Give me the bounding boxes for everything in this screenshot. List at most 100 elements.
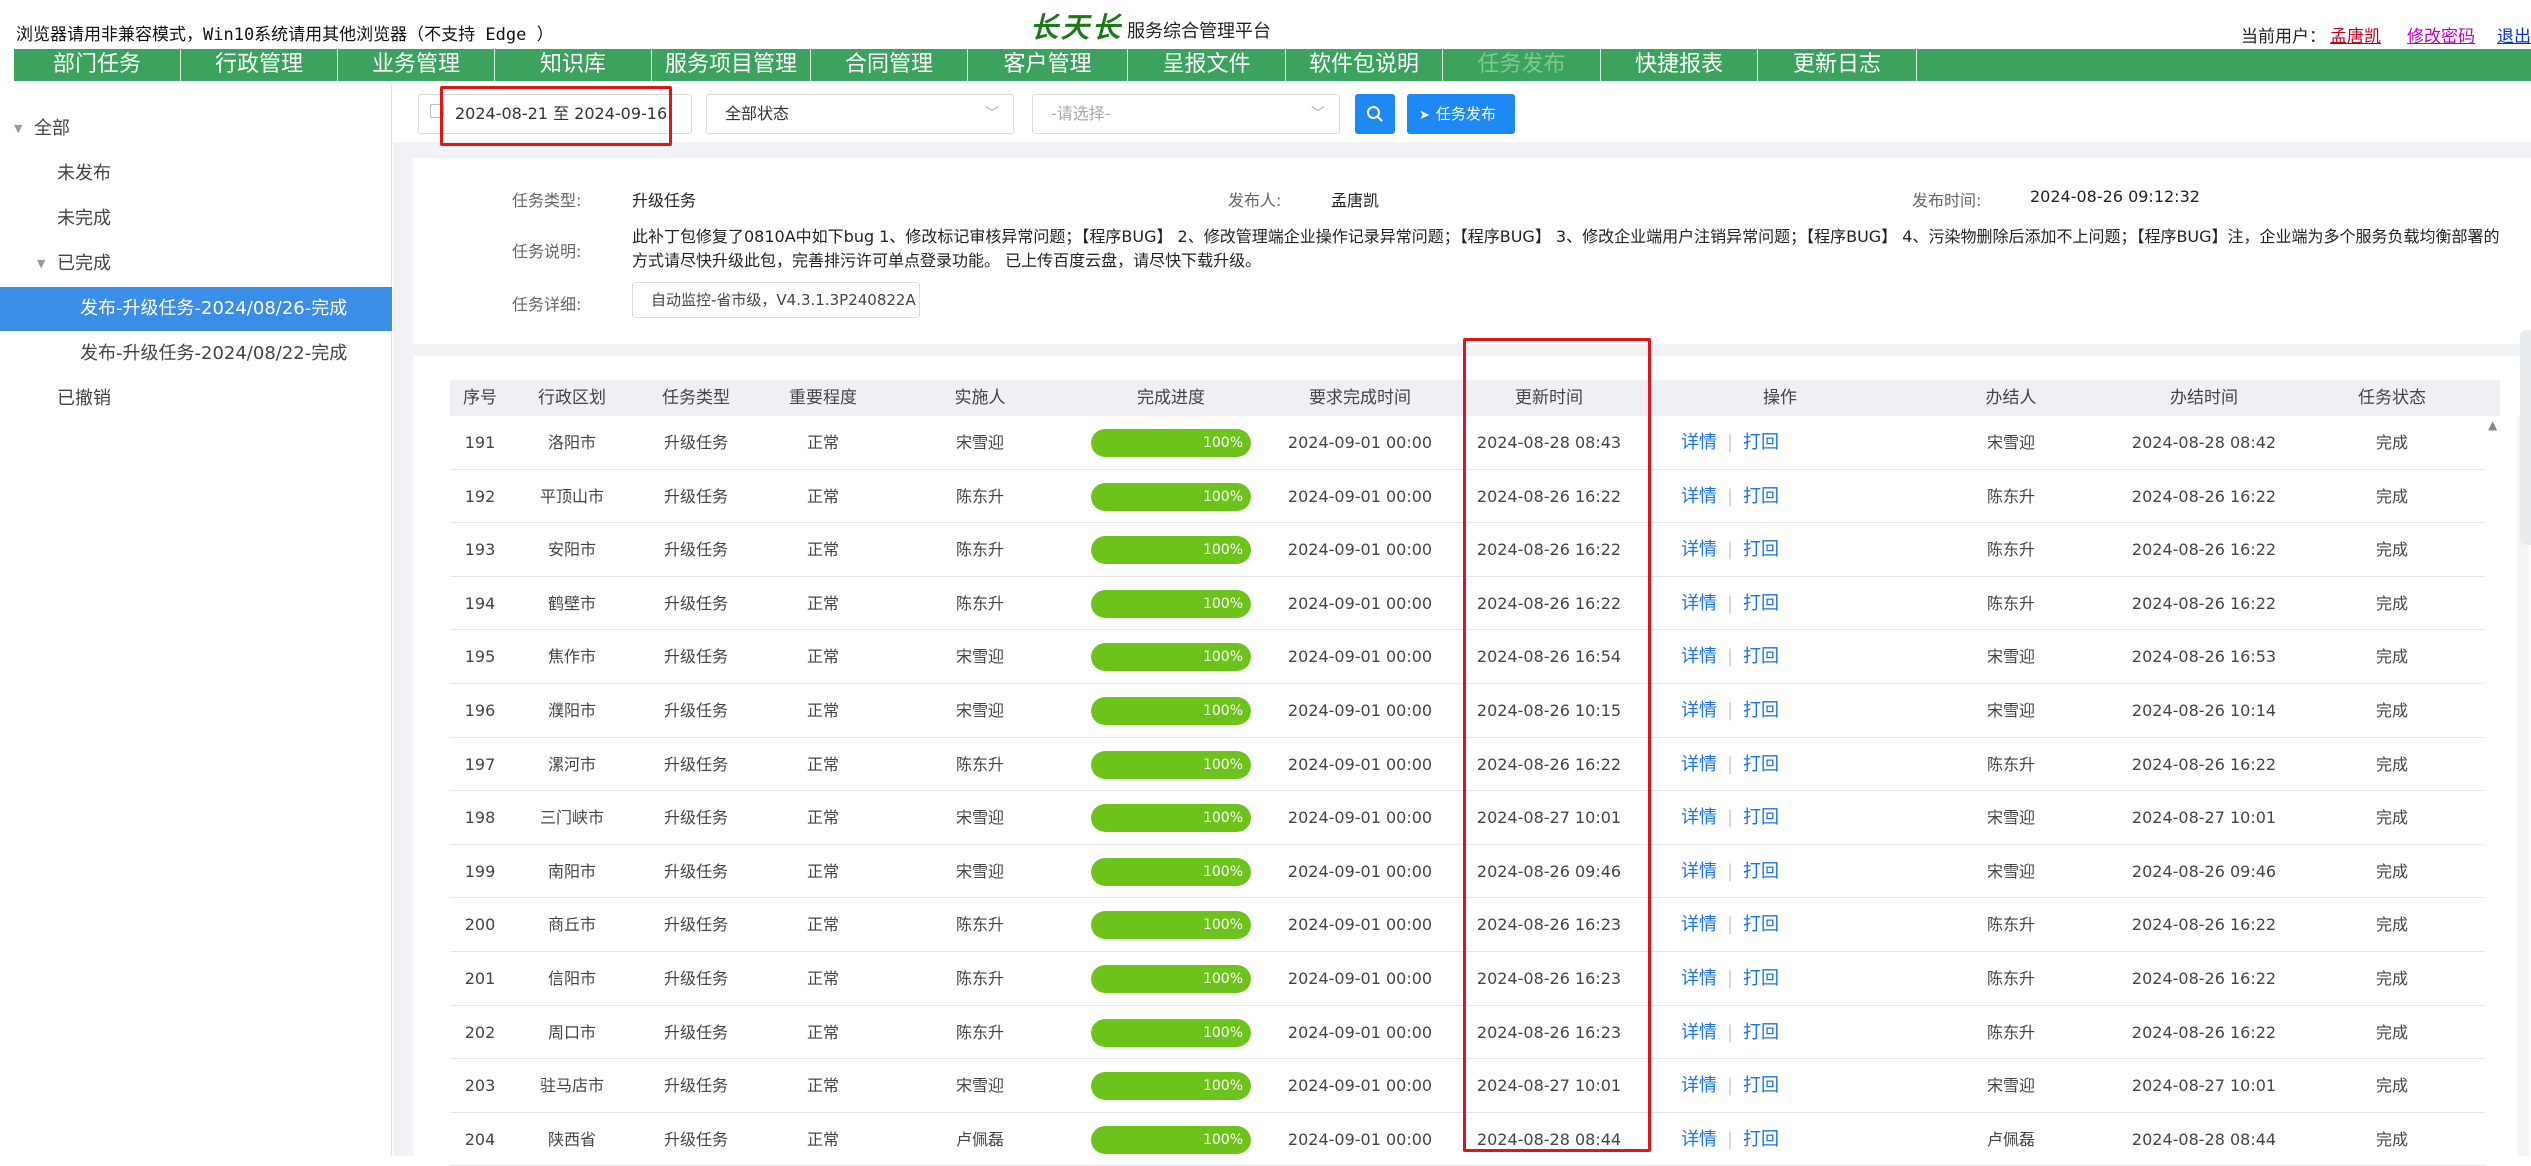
- scroll-up-arrow-icon[interactable]: ▲: [2488, 418, 2497, 432]
- return-link[interactable]: 打回: [1743, 754, 1779, 775]
- logout-link[interactable]: 退出: [2497, 27, 2531, 47]
- detail-link[interactable]: 详情: [1681, 486, 1717, 507]
- cell-status: 完成: [2375, 701, 2409, 720]
- action-separator: |: [1726, 914, 1734, 936]
- cell-type: 升级任务: [663, 486, 729, 506]
- return-link[interactable]: 打回: [1743, 539, 1779, 560]
- cell-seq: 202: [464, 1022, 496, 1042]
- change-password-link[interactable]: 修改密码: [2407, 27, 2475, 47]
- cell-due-time: 2024-09-01 00:00: [1287, 969, 1433, 988]
- tree-item-completed[interactable]: ▼ 已完成: [0, 242, 392, 286]
- cell-region: 驻马店市: [539, 1076, 605, 1096]
- return-link[interactable]: 打回: [1743, 432, 1779, 453]
- cell-region: 南阳市: [547, 861, 597, 881]
- task-detail-tag[interactable]: 自动监控-省市级，V4.3.1.3P240822A: [632, 282, 920, 318]
- current-user-label: 当前用户：: [2241, 27, 2326, 47]
- cell-seq: 195: [464, 647, 496, 667]
- nav-item-business[interactable]: 业务管理: [338, 49, 495, 81]
- cell-type: 升级任务: [663, 593, 729, 613]
- cell-type: 升级任务: [663, 433, 729, 452]
- progress-text: 100%: [1202, 703, 1243, 719]
- publish-time-value: 2024-08-26 09:12:32: [2030, 187, 2200, 206]
- detail-link[interactable]: 详情: [1681, 593, 1717, 614]
- cell-assignee: 陈东升: [955, 540, 1005, 560]
- tree-item-unpublished[interactable]: 未发布: [0, 152, 392, 196]
- action-separator: |: [1726, 646, 1734, 668]
- return-link[interactable]: 打回: [1743, 700, 1779, 721]
- caret-down-icon[interactable]: ▼: [14, 107, 22, 151]
- tree-item-label: 全部: [34, 118, 70, 139]
- nav-item-quick-reports[interactable]: 快捷报表: [1601, 49, 1758, 81]
- tree-item-all[interactable]: ▼ 全部: [0, 107, 392, 151]
- cell-region: 陕西省: [547, 1129, 597, 1149]
- return-link[interactable]: 打回: [1743, 968, 1779, 989]
- nav-item-admin[interactable]: 行政管理: [181, 49, 338, 81]
- return-link[interactable]: 打回: [1743, 861, 1779, 882]
- caret-down-icon[interactable]: ▼: [37, 242, 45, 286]
- tree-item-revoked[interactable]: 已撤销: [0, 377, 392, 421]
- progress-text: 100%: [1202, 1131, 1243, 1148]
- detail-link[interactable]: 详情: [1681, 968, 1717, 989]
- progress-bar: 100%: [1091, 482, 1251, 511]
- return-link[interactable]: 打回: [1743, 646, 1779, 667]
- cell-priority: 正常: [806, 1022, 840, 1042]
- nav-item-service-projects[interactable]: 服务项目管理: [652, 49, 811, 81]
- return-link[interactable]: 打回: [1743, 593, 1779, 614]
- detail-link[interactable]: 详情: [1681, 539, 1717, 560]
- detail-link[interactable]: 详情: [1681, 700, 1717, 721]
- nav-item-knowledge-base[interactable]: 知识库: [495, 49, 652, 81]
- detail-link[interactable]: 详情: [1681, 754, 1717, 775]
- current-user-link[interactable]: 孟唐凯: [2330, 27, 2381, 47]
- progress-text: 100%: [1202, 971, 1243, 987]
- nav-item-task-publish[interactable]: 任务发布: [1443, 49, 1601, 81]
- return-link[interactable]: 打回: [1743, 914, 1779, 935]
- return-link[interactable]: 打回: [1743, 1022, 1779, 1043]
- cell-status: 完成: [2375, 915, 2409, 935]
- cell-region: 鹤壁市: [547, 593, 597, 613]
- nav-item-department-tasks[interactable]: 部门任务: [14, 49, 181, 81]
- status-select[interactable]: 全部状态 ﹀: [706, 94, 1014, 134]
- return-link[interactable]: 打回: [1743, 1075, 1779, 1096]
- secondary-select[interactable]: -请选择- ﹀: [1032, 94, 1340, 134]
- tree-item-incomplete[interactable]: 未完成: [0, 197, 392, 241]
- detail-link[interactable]: 详情: [1681, 646, 1717, 667]
- nav-item-changelog[interactable]: 更新日志: [1758, 49, 1917, 81]
- detail-link[interactable]: 详情: [1681, 1075, 1717, 1096]
- nav-item-software-packages[interactable]: 软件包说明: [1286, 49, 1443, 81]
- row-actions: 详情 | 打回: [1681, 523, 1779, 577]
- return-link[interactable]: 打回: [1743, 1129, 1779, 1150]
- tree-item-task-0826[interactable]: 发布-升级任务-2024/08/26-完成: [0, 287, 392, 331]
- cell-region: 平顶山市: [539, 486, 605, 506]
- cell-priority: 正常: [806, 861, 840, 881]
- cell-type: 升级任务: [663, 915, 729, 935]
- cell-closed-time: 2024-08-26 16:22: [2131, 540, 2277, 560]
- nav-item-reports-files[interactable]: 呈报文件: [1128, 49, 1286, 81]
- detail-link[interactable]: 详情: [1681, 1129, 1717, 1150]
- cell-priority: 正常: [806, 433, 840, 452]
- detail-link[interactable]: 详情: [1681, 432, 1717, 453]
- column-header: 序号: [463, 388, 497, 408]
- progress-bar: 100%: [1091, 911, 1251, 940]
- search-button[interactable]: [1355, 94, 1395, 134]
- update-time-column-highlight: [1463, 338, 1651, 1152]
- publish-button-label: 任务发布: [1435, 105, 1496, 123]
- main-nav: 部门任务 行政管理 业务管理 知识库 服务项目管理 合同管理 客户管理 呈报文件…: [14, 49, 2531, 81]
- column-header: 任务类型: [662, 388, 730, 408]
- detail-link[interactable]: 详情: [1681, 861, 1717, 882]
- action-separator: |: [1726, 1021, 1734, 1043]
- progress-bar: 100%: [1091, 536, 1251, 565]
- cell-type: 升级任务: [663, 1076, 729, 1096]
- row-actions: 详情 | 打回: [1681, 470, 1779, 524]
- publish-task-button[interactable]: ➤ 任务发布: [1407, 94, 1515, 134]
- detail-link[interactable]: 详情: [1681, 914, 1717, 935]
- nav-item-contracts[interactable]: 合同管理: [811, 49, 968, 81]
- nav-item-customers[interactable]: 客户管理: [968, 49, 1128, 81]
- detail-link[interactable]: 详情: [1681, 1022, 1717, 1043]
- cell-assignee: 宋雪迎: [955, 701, 1005, 720]
- return-link[interactable]: 打回: [1743, 486, 1779, 507]
- progress-bar: 100%: [1091, 857, 1251, 886]
- tree-item-task-0822[interactable]: 发布-升级任务-2024/08/22-完成: [0, 332, 392, 376]
- right-side-handle[interactable]: [2520, 330, 2531, 545]
- detail-link[interactable]: 详情: [1681, 807, 1717, 828]
- return-link[interactable]: 打回: [1743, 807, 1779, 828]
